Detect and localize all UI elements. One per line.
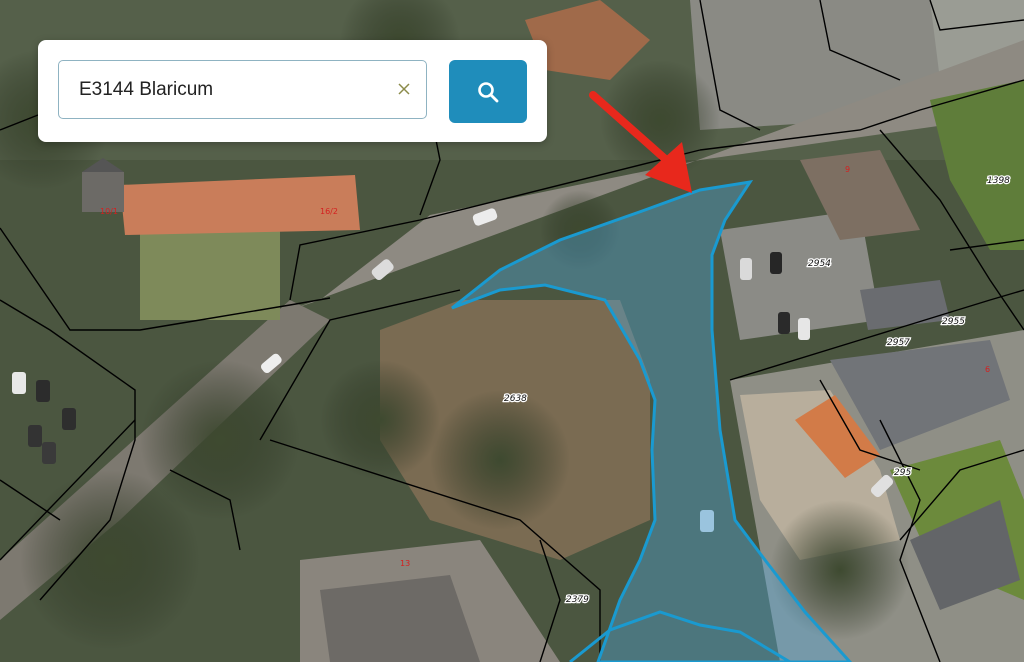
house-number: 6 xyxy=(985,365,990,374)
search-button[interactable] xyxy=(449,60,527,123)
search-icon xyxy=(477,81,499,103)
house-number: 16/2 xyxy=(320,207,338,216)
parcel-label: 295 xyxy=(894,468,911,478)
parcel-label: 2638 xyxy=(504,394,527,404)
house-number: 10/1 xyxy=(100,207,118,216)
close-icon[interactable] xyxy=(392,77,416,101)
parcel-label: 2955 xyxy=(942,317,965,327)
house-number: 9 xyxy=(845,165,850,174)
parcel-label: 1398 xyxy=(987,176,1010,186)
search-panel xyxy=(38,40,547,142)
parcel-label: 2379 xyxy=(566,595,589,605)
house-number: 13 xyxy=(400,559,410,568)
parcel-label: 2957 xyxy=(887,338,910,348)
search-field[interactable] xyxy=(58,60,427,119)
search-input[interactable] xyxy=(59,61,389,118)
parcel-label: 2954 xyxy=(808,259,831,269)
